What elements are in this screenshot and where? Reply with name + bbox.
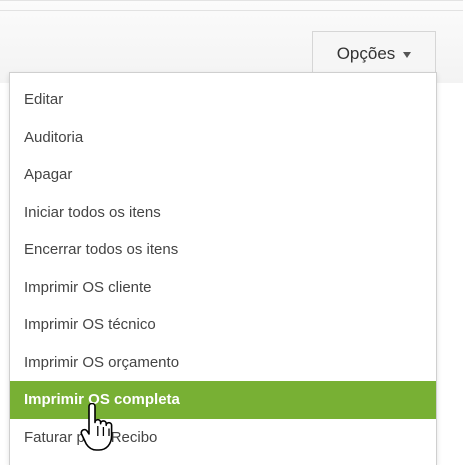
menu-item-auditoria[interactable]: Auditoria [10,119,436,157]
menu-item-apagar[interactable]: Apagar [10,156,436,194]
menu-item-iniciar-todos[interactable]: Iniciar todos os itens [10,194,436,232]
menu-item-imprimir-os-cliente[interactable]: Imprimir OS cliente [10,269,436,307]
menu-item-imprimir-os-completa[interactable]: Imprimir OS completa [10,381,436,419]
menu-item-editar[interactable]: Editar [10,81,436,119]
caret-down-icon [403,51,412,58]
options-dropdown-button[interactable]: Opções [312,31,436,75]
menu-item-faturar-recibo[interactable]: Faturar para Recibo [10,419,436,457]
options-button-label: Opções [336,43,396,63]
options-dropdown-menu: Editar Auditoria Apagar Iniciar todos os… [9,72,437,465]
toolbar-divider [0,10,463,11]
menu-item-encerrar-todos[interactable]: Encerrar todos os itens [10,231,436,269]
menu-item-imprimir-os-tecnico[interactable]: Imprimir OS técnico [10,306,436,344]
menu-item-imprimir-os-orcamento[interactable]: Imprimir OS orçamento [10,344,436,382]
toolbar: Opções [0,0,463,83]
